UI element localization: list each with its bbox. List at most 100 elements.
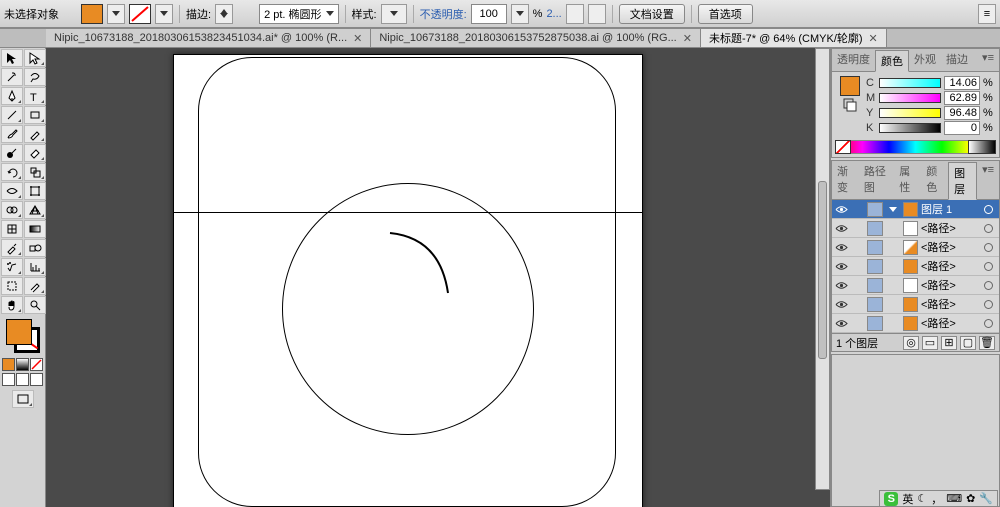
pencil-tool[interactable] — [24, 125, 46, 143]
m-value[interactable] — [944, 91, 980, 105]
tab-pathfinder[interactable]: 路径图 — [859, 161, 894, 199]
perspective-grid-tool[interactable] — [24, 201, 46, 219]
layer-row[interactable]: 图层 1 — [832, 200, 999, 219]
foreground-swatch[interactable] — [840, 76, 860, 96]
tab-doc-1[interactable]: Nipic_10673188_20180306153823451034.ai* … — [46, 29, 371, 47]
width-tool[interactable] — [1, 182, 23, 200]
tab-attrs[interactable]: 属性 — [894, 161, 921, 199]
target-icon[interactable] — [984, 300, 993, 309]
new-layer-icon[interactable]: ▢ — [960, 336, 976, 350]
visibility-icon[interactable] — [832, 205, 850, 214]
eraser-tool[interactable] — [24, 144, 46, 162]
paintbrush-tool[interactable] — [1, 125, 23, 143]
pen-tool[interactable] — [1, 87, 23, 105]
rotate-tool[interactable] — [1, 163, 23, 181]
draw-normal[interactable] — [2, 373, 15, 386]
delete-layer-icon[interactable]: 🗑 — [979, 336, 995, 350]
shape-builder-tool[interactable] — [1, 201, 23, 219]
tray-gear-icon[interactable]: ✿ — [966, 492, 975, 505]
target-icon[interactable] — [984, 224, 993, 233]
close-icon[interactable]: ✕ — [353, 32, 362, 45]
magic-wand-tool[interactable] — [1, 68, 23, 86]
y-value[interactable] — [944, 106, 980, 120]
color-mode-none[interactable] — [30, 358, 43, 371]
tray-moon-icon[interactable]: ☾ — [917, 492, 927, 505]
tab-appearance[interactable]: 外观 — [909, 49, 941, 71]
path-arc[interactable] — [370, 223, 480, 333]
tab-transparency[interactable]: 透明度 — [832, 49, 875, 71]
tab-gradient[interactable]: 渐变 — [832, 161, 859, 199]
align-button-2[interactable] — [588, 4, 606, 24]
target-icon[interactable] — [984, 262, 993, 271]
ime-lang[interactable]: 英 — [902, 491, 913, 507]
k-value[interactable] — [944, 121, 980, 135]
stroke-weight-stepper[interactable] — [215, 4, 233, 24]
color-mode-gradient[interactable] — [16, 358, 29, 371]
preferences-button[interactable]: 首选项 — [698, 4, 753, 24]
align-button-1[interactable] — [566, 4, 584, 24]
panel-menu-icon[interactable]: ▾≡ — [977, 49, 999, 71]
panel-menu-icon[interactable]: ≡ — [978, 4, 996, 24]
zoom-tool[interactable] — [24, 296, 46, 314]
document-setup-button[interactable]: 文档设置 — [619, 4, 685, 24]
tray-comma-icon[interactable]: ， — [931, 491, 942, 507]
style-dropdown[interactable] — [381, 4, 407, 24]
hand-tool[interactable] — [1, 296, 23, 314]
artboard[interactable] — [173, 54, 643, 507]
tray-keyboard-icon[interactable]: ⌨ — [946, 492, 962, 505]
visibility-icon[interactable] — [832, 224, 850, 233]
visibility-icon[interactable] — [832, 300, 850, 309]
target-icon[interactable] — [984, 319, 993, 328]
slice-tool[interactable] — [24, 277, 46, 295]
opacity-input[interactable] — [471, 4, 507, 24]
tray-wrench-icon[interactable]: 🔧 — [979, 492, 993, 505]
locate-layer-icon[interactable]: ◎ — [903, 336, 919, 350]
lasso-tool[interactable] — [24, 68, 46, 86]
stroke-menu[interactable] — [155, 4, 173, 24]
type-tool[interactable]: T — [24, 87, 46, 105]
layer-row[interactable]: <路径> — [832, 219, 999, 238]
vertical-scrollbar[interactable] — [815, 48, 830, 490]
direct-selection-tool[interactable] — [24, 49, 46, 67]
artboard-tool[interactable] — [1, 277, 23, 295]
canvas-viewport[interactable] — [46, 48, 830, 507]
c-slider[interactable] — [879, 78, 941, 88]
rectangle-tool[interactable] — [24, 106, 46, 124]
tab-stroke[interactable]: 描边 — [941, 49, 973, 71]
draw-behind[interactable] — [16, 373, 29, 386]
eyedropper-tool[interactable] — [1, 239, 23, 257]
tab-color[interactable]: 颜色 — [875, 50, 909, 72]
new-sublayer-icon[interactable]: ⊞ — [941, 336, 957, 350]
line-tool[interactable] — [1, 106, 23, 124]
y-slider[interactable] — [879, 108, 941, 118]
close-icon[interactable]: ✕ — [869, 32, 878, 45]
c-value[interactable] — [944, 76, 980, 90]
m-slider[interactable] — [879, 93, 941, 103]
tab-doc-3[interactable]: 未标题-7* @ 64% (CMYK/轮廓)✕ — [701, 29, 887, 47]
tab-layers[interactable]: 图层 — [948, 162, 977, 200]
free-transform-tool[interactable] — [24, 182, 46, 200]
fill-box[interactable] — [6, 319, 32, 345]
fill-swatch[interactable] — [81, 4, 103, 24]
symbol-sprayer-tool[interactable] — [1, 258, 23, 276]
graph-tool[interactable] — [24, 258, 46, 276]
target-icon[interactable] — [984, 281, 993, 290]
layer-row[interactable]: <路径> — [832, 314, 999, 333]
swap-icon[interactable] — [843, 98, 857, 112]
mesh-tool[interactable] — [1, 220, 23, 238]
close-icon[interactable]: ✕ — [683, 32, 692, 45]
tab-doc-2[interactable]: Nipic_10673188_20180306153752875038.ai @… — [371, 29, 701, 47]
gradient-tool[interactable] — [24, 220, 46, 238]
target-icon[interactable] — [984, 243, 993, 252]
target-icon[interactable] — [984, 205, 993, 214]
brush-profile-dropdown[interactable]: 2 pt. 椭圆形 — [259, 4, 338, 24]
color-mode-normal[interactable] — [2, 358, 15, 371]
opacity-label[interactable]: 不透明度: — [420, 6, 467, 22]
selection-tool[interactable] — [1, 49, 23, 67]
k-slider[interactable] — [879, 123, 941, 133]
visibility-icon[interactable] — [832, 262, 850, 271]
tab-swatches[interactable]: 颜色 — [921, 161, 948, 199]
fill-menu[interactable] — [107, 4, 125, 24]
visibility-icon[interactable] — [832, 243, 850, 252]
layer-row[interactable]: <路径> — [832, 276, 999, 295]
